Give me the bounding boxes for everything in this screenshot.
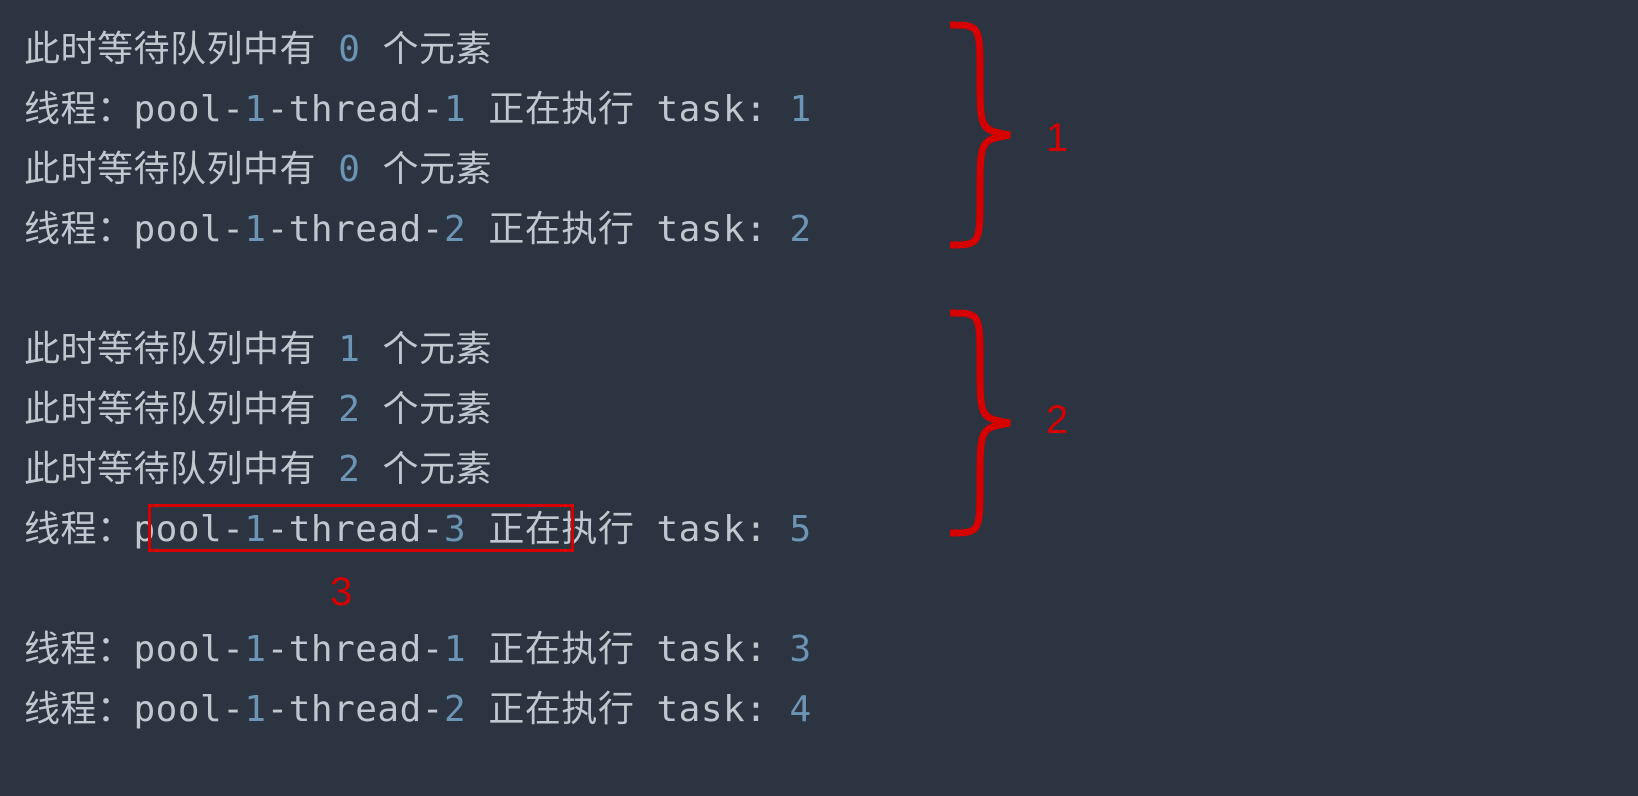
log-number: 3 bbox=[790, 629, 812, 670]
log-text: 正在执行 task: bbox=[466, 89, 789, 130]
log-line-6: 此时等待队列中有 1 个元素 bbox=[24, 320, 1638, 380]
log-text: -thread- bbox=[267, 689, 444, 730]
log-number: 1 bbox=[244, 629, 266, 670]
log-number: 5 bbox=[790, 509, 812, 550]
log-number: 0 bbox=[338, 149, 360, 190]
log-line-11: 线程：pool-1-thread-1 正在执行 task: 3 bbox=[24, 620, 1638, 680]
log-line-12: 线程：pool-1-thread-2 正在执行 task: 4 bbox=[24, 680, 1638, 740]
log-text: 个元素 bbox=[360, 149, 492, 190]
curly-brace-icon bbox=[940, 20, 1020, 250]
log-text: 个元素 bbox=[360, 329, 492, 370]
log-number: 1 bbox=[444, 629, 466, 670]
log-text: 此时等待队列中有 bbox=[24, 389, 338, 430]
log-line-4: 线程：pool-1-thread-2 正在执行 task: 2 bbox=[24, 200, 1638, 260]
log-number: 1 bbox=[244, 689, 266, 730]
log-line-7: 此时等待队列中有 2 个元素 bbox=[24, 380, 1638, 440]
log-text: 正在执行 task: bbox=[466, 629, 789, 670]
log-text: 此时等待队列中有 bbox=[24, 449, 338, 490]
log-number: 2 bbox=[444, 689, 466, 730]
log-text: -thread- bbox=[267, 209, 444, 250]
log-text: -thread- bbox=[267, 629, 444, 670]
curly-brace-icon bbox=[940, 308, 1020, 538]
log-number: 2 bbox=[338, 449, 360, 490]
log-line-8: 此时等待队列中有 2 个元素 bbox=[24, 440, 1638, 500]
log-number: 4 bbox=[790, 689, 812, 730]
console-output: 此时等待队列中有 0 个元素 线程：pool-1-thread-1 正在执行 t… bbox=[24, 20, 1638, 740]
log-line-1: 此时等待队列中有 0 个元素 bbox=[24, 20, 1638, 80]
log-text: 线程：pool- bbox=[24, 629, 244, 670]
log-text: 线程：pool- bbox=[24, 689, 244, 730]
log-text: 正在执行 task: bbox=[466, 689, 789, 730]
log-text: 个元素 bbox=[360, 389, 492, 430]
log-number: 1 bbox=[244, 209, 266, 250]
log-line-2: 线程：pool-1-thread-1 正在执行 task: 1 bbox=[24, 80, 1638, 140]
log-number: 1 bbox=[338, 329, 360, 370]
log-text: 此时等待队列中有 bbox=[24, 329, 338, 370]
log-number: 1 bbox=[444, 89, 466, 130]
log-text: 线程：pool- bbox=[24, 209, 244, 250]
annotation-label-2: 2 bbox=[1046, 390, 1068, 450]
highlight-box bbox=[148, 504, 574, 552]
blank-line bbox=[24, 560, 1638, 620]
annotation-label-3: 3 bbox=[330, 562, 352, 622]
log-number: 2 bbox=[790, 209, 812, 250]
log-text: 此时等待队列中有 bbox=[24, 29, 338, 70]
log-text: 个元素 bbox=[360, 449, 492, 490]
log-number: 1 bbox=[244, 89, 266, 130]
log-text: 个元素 bbox=[360, 29, 492, 70]
log-text: -thread- bbox=[267, 89, 444, 130]
log-text: 正在执行 task: bbox=[466, 209, 789, 250]
annotation-label-1: 1 bbox=[1046, 108, 1068, 168]
log-number: 2 bbox=[338, 389, 360, 430]
blank-line bbox=[24, 260, 1638, 320]
log-text: 线程：pool- bbox=[24, 89, 244, 130]
log-number: 1 bbox=[790, 89, 812, 130]
log-line-3: 此时等待队列中有 0 个元素 bbox=[24, 140, 1638, 200]
log-number: 2 bbox=[444, 209, 466, 250]
log-text: 此时等待队列中有 bbox=[24, 149, 338, 190]
log-number: 0 bbox=[338, 29, 360, 70]
